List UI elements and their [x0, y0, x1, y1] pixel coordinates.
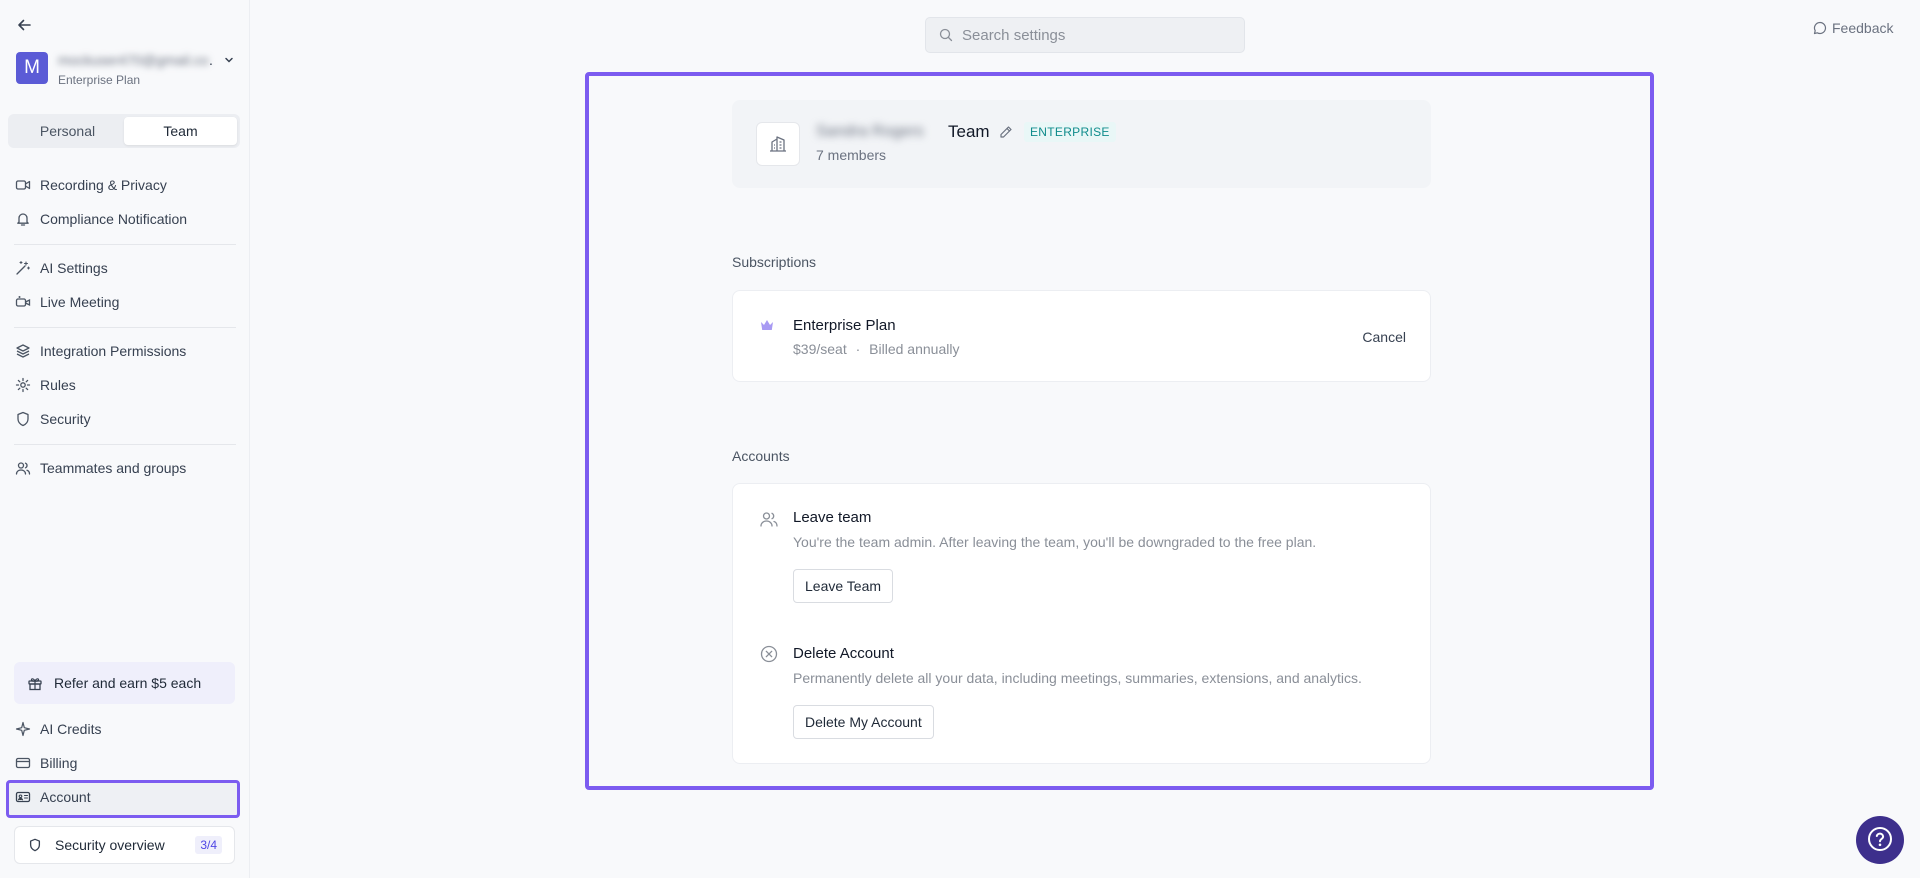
sidebar: M mockuser470@gmail.com . Enterprise Pla… [0, 0, 250, 878]
search-icon [938, 27, 954, 43]
plan-name: Enterprise Plan [793, 317, 896, 334]
video-icon [14, 176, 32, 194]
plan-badge: ENTERPRISE [1024, 122, 1116, 142]
users-icon [759, 509, 779, 529]
delete-account-button[interactable]: Delete My Account [793, 705, 934, 739]
leave-team-description: You're the team admin. After leaving the… [793, 534, 1317, 550]
sidebar-item-billing[interactable]: Billing [14, 752, 236, 774]
bell-icon [14, 210, 32, 228]
close-circle-icon [759, 644, 779, 664]
search-input[interactable] [962, 26, 1232, 44]
nav-divider [14, 244, 236, 245]
delete-account-title: Delete Account [793, 645, 894, 662]
plan-billing: Billed annually [869, 341, 960, 357]
nav-divider [14, 444, 236, 445]
plan-price: $39/seat [793, 341, 847, 357]
sidebar-item-label: Live Meeting [40, 294, 120, 310]
crown-icon [759, 317, 775, 333]
team-name: Team [948, 122, 990, 141]
layers-icon [14, 342, 32, 360]
delete-account-description: Permanently delete all your data, includ… [793, 670, 1362, 686]
users-icon [14, 459, 32, 477]
subscription-card: Enterprise Plan $39/seat · Billed annual… [732, 290, 1431, 382]
cancel-subscription-button[interactable]: Cancel [1362, 329, 1406, 345]
sidebar-item-compliance-notification[interactable]: Compliance Notification [14, 208, 236, 230]
sidebar-item-label: Recording & Privacy [40, 177, 167, 193]
sidebar-item-ai-settings[interactable]: AI Settings [14, 257, 236, 279]
meta-separator: · [855, 341, 861, 357]
user-plan: Enterprise Plan [58, 73, 141, 87]
account-switcher[interactable]: M mockuser470@gmail.com . Enterprise Pla… [16, 52, 238, 88]
feedback-label: Feedback [1832, 20, 1894, 36]
team-name-redacted: Sandra Rogers [816, 123, 924, 140]
back-arrow-icon[interactable] [14, 15, 34, 35]
feedback-link[interactable]: Feedback [1812, 18, 1893, 38]
credit-card-icon [14, 754, 32, 772]
help-button[interactable] [1856, 816, 1904, 864]
nav-divider [14, 327, 236, 328]
subscriptions-heading: Subscriptions [732, 254, 817, 270]
refer-earn-button[interactable]: Refer and earn $5 each [14, 662, 235, 704]
sidebar-item-label: AI Settings [40, 260, 108, 276]
chat-bubble-icon [1812, 20, 1828, 36]
security-overview-label: Security overview [55, 837, 165, 853]
avatar: M [16, 52, 48, 84]
refer-label: Refer and earn $5 each [54, 675, 202, 691]
security-overview-button[interactable]: Security overview 3/4 [14, 826, 235, 864]
sidebar-item-label: Rules [40, 377, 76, 393]
sidebar-item-ai-credits[interactable]: AI Credits [14, 718, 236, 740]
tab-team[interactable]: Team [124, 117, 237, 145]
sidebar-item-recording-privacy[interactable]: Recording & Privacy [14, 174, 236, 196]
chevron-down-icon[interactable] [222, 53, 236, 67]
pencil-icon[interactable] [998, 124, 1014, 140]
leave-team-button[interactable]: Leave Team [793, 569, 894, 603]
sidebar-item-label: AI Credits [40, 721, 102, 737]
sidebar-item-integration-permissions[interactable]: Integration Permissions [14, 340, 236, 362]
sidebar-item-label: Compliance Notification [40, 211, 188, 227]
sidebar-item-label: Account [40, 789, 91, 805]
leave-team-title: Leave team [793, 509, 872, 526]
sparkle-icon [14, 720, 32, 738]
sidebar-item-account[interactable]: Account [14, 786, 236, 808]
sidebar-item-security[interactable]: Security [14, 408, 236, 430]
sidebar-item-label: Security [40, 411, 91, 427]
accounts-card: Leave team You're the team admin. After … [732, 483, 1431, 764]
search-bar[interactable] [925, 17, 1245, 53]
sidebar-item-label: Teammates and groups [40, 460, 187, 476]
team-members-count: 7 members [816, 147, 887, 163]
magic-wand-icon [14, 259, 32, 277]
shield-icon [27, 837, 43, 853]
sidebar-item-label: Integration Permissions [40, 343, 187, 359]
id-card-icon [14, 788, 32, 806]
accounts-heading: Accounts [732, 448, 790, 464]
question-icon [1865, 824, 1895, 857]
sidebar-item-rules[interactable]: Rules [14, 374, 236, 396]
user-email-overflow: . [209, 52, 213, 68]
tab-personal[interactable]: Personal [11, 117, 124, 145]
plan-meta: $39/seat · Billed annually [793, 341, 959, 357]
gear-icon [14, 376, 32, 394]
gift-icon [26, 674, 44, 692]
sidebar-item-label: Billing [40, 755, 78, 771]
building-icon [756, 122, 800, 166]
team-card: Sandra Rogers Team ENTERPRISE 7 members [732, 100, 1431, 188]
sidebar-item-teammates-groups[interactable]: Teammates and groups [14, 457, 236, 479]
shield-icon [14, 410, 32, 428]
user-email: mockuser470@gmail.com [58, 52, 208, 68]
security-progress-badge: 3/4 [195, 836, 222, 854]
scope-toggle: Personal Team [8, 114, 240, 148]
sidebar-item-live-meeting[interactable]: Live Meeting [14, 291, 236, 313]
live-video-icon [14, 293, 32, 311]
